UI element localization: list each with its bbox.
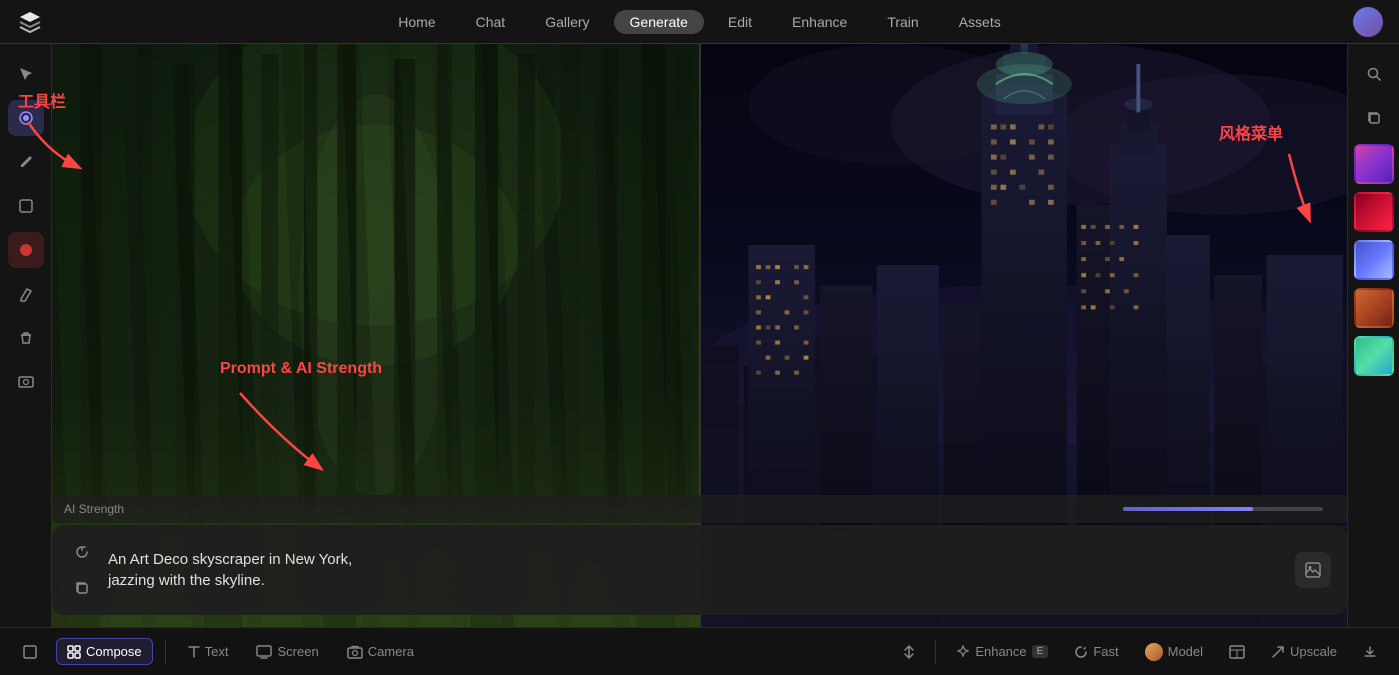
download-btn[interactable] xyxy=(1353,640,1387,664)
user-avatar[interactable] xyxy=(1353,7,1383,37)
style-thumb-5[interactable] xyxy=(1354,336,1394,376)
style-copy-btn[interactable] xyxy=(1356,100,1392,136)
record-tool[interactable] xyxy=(8,232,44,268)
style-search-btn[interactable] xyxy=(1356,56,1392,92)
text-label: Text xyxy=(205,644,229,659)
screen-btn[interactable]: Screen xyxy=(246,639,328,664)
right-panel xyxy=(1347,44,1399,627)
compose-btn[interactable]: Compose xyxy=(56,638,153,665)
style-thumb-1[interactable] xyxy=(1354,144,1394,184)
ai-strength-track[interactable] xyxy=(1123,507,1323,511)
ai-strength-fill xyxy=(1123,507,1253,511)
export-btn[interactable] xyxy=(1219,640,1255,664)
prompt-refresh-icon[interactable] xyxy=(68,538,96,566)
enhance-btn[interactable]: Enhance E xyxy=(946,639,1058,664)
model-label: Model xyxy=(1168,644,1203,659)
cursor-tool[interactable] xyxy=(8,56,44,92)
camera-label: Camera xyxy=(368,644,414,659)
iterations-btn[interactable] xyxy=(893,639,925,665)
prompt-icon-group xyxy=(68,538,96,602)
canvas-size-btn[interactable] xyxy=(12,639,48,665)
tab-assets[interactable]: Assets xyxy=(943,10,1017,34)
bottom-bar: Compose Text Screen Camera xyxy=(0,627,1399,675)
tab-enhance[interactable]: Enhance xyxy=(776,10,863,34)
separator-1 xyxy=(165,640,166,664)
model-btn[interactable]: Model xyxy=(1135,638,1213,666)
speed-label: Fast xyxy=(1093,644,1118,659)
frame-tool[interactable] xyxy=(8,188,44,224)
upscale-btn[interactable]: Upscale xyxy=(1261,639,1347,664)
screen-label: Screen xyxy=(277,644,318,659)
separator-2 xyxy=(935,640,936,664)
prompt-image-btn[interactable] xyxy=(1295,552,1331,588)
tab-edit[interactable]: Edit xyxy=(712,10,768,34)
delete-tool[interactable] xyxy=(8,320,44,356)
enhance-kbd: E xyxy=(1032,645,1049,658)
tab-home[interactable]: Home xyxy=(382,10,451,34)
top-nav: Home Chat Gallery Generate Edit Enhance … xyxy=(0,0,1399,44)
speed-btn[interactable]: Fast xyxy=(1064,639,1128,664)
prompt-overlay: An Art Deco skyscraper in New York, jazz… xyxy=(52,525,1347,615)
style-thumb-4[interactable] xyxy=(1354,288,1394,328)
prompt-text[interactable]: An Art Deco skyscraper in New York, jazz… xyxy=(108,549,1283,591)
app-logo[interactable] xyxy=(16,8,44,36)
ai-strength-label: AI Strength xyxy=(64,502,124,516)
tab-gallery[interactable]: Gallery xyxy=(529,10,605,34)
bottom-right-tools: Enhance E Fast Model xyxy=(893,638,1387,666)
style-thumb-2[interactable] xyxy=(1354,192,1394,232)
pen-tool[interactable] xyxy=(8,144,44,180)
tab-chat[interactable]: Chat xyxy=(460,10,522,34)
tab-train[interactable]: Train xyxy=(871,10,934,34)
left-toolbar xyxy=(0,44,52,627)
text-btn[interactable]: Text xyxy=(178,639,239,664)
prompt-copy-icon[interactable] xyxy=(68,574,96,602)
nav-tabs: Home Chat Gallery Generate Edit Enhance … xyxy=(382,10,1016,34)
eraser-tool[interactable] xyxy=(8,276,44,312)
paint-tool[interactable] xyxy=(8,100,44,136)
ai-strength-bar: AI Strength xyxy=(52,495,1347,523)
camera-btn[interactable]: Camera xyxy=(337,639,424,664)
tab-generate[interactable]: Generate xyxy=(614,10,704,34)
screenshot-tool[interactable] xyxy=(8,364,44,400)
style-thumb-3[interactable] xyxy=(1354,240,1394,280)
enhance-label: Enhance xyxy=(975,644,1026,659)
upscale-label: Upscale xyxy=(1290,644,1337,659)
compose-label: Compose xyxy=(86,644,142,659)
